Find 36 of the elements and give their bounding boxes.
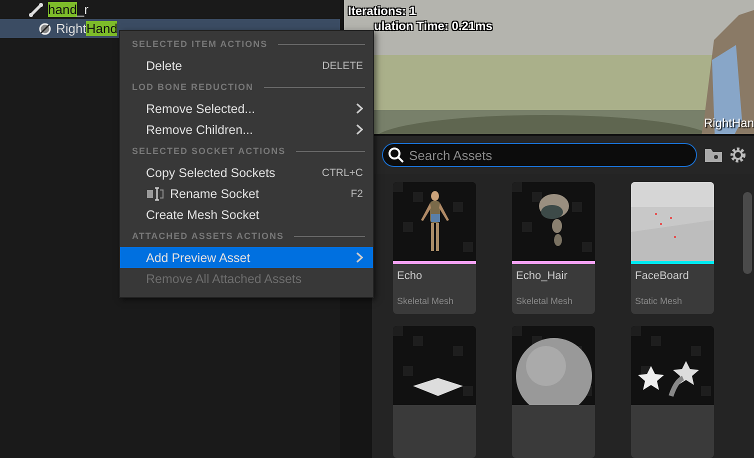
menu-item[interactable]: Add Preview Asset — [120, 247, 373, 268]
asset-tile[interactable] — [512, 326, 595, 458]
asset-type: Static Mesh — [634, 296, 684, 306]
asset-tile[interactable]: Echo Skeletal Mesh — [393, 182, 476, 314]
folder-icon[interactable] — [705, 148, 722, 162]
chevron-icon — [356, 103, 363, 114]
stats-text: Iterations: 1 — [348, 4, 418, 19]
chevron-icon — [356, 252, 363, 263]
asset-type: Skeletal Mesh — [515, 296, 574, 306]
menu-section-header: LOD BONE REDUCTION — [132, 82, 254, 92]
menu-section-header: SELECTED ITEM ACTIONS — [132, 39, 268, 49]
socket-icon — [38, 22, 52, 36]
search-field[interactable]: Search Assets — [382, 143, 697, 167]
menu-item[interactable]: Copy Selected Sockets CTRL+C — [120, 162, 373, 183]
search-icon — [388, 147, 404, 163]
bone-icon — [28, 2, 44, 18]
asset-name: Echo_Hair — [515, 269, 568, 284]
menu-section-header: ATTACHED ASSETS ACTIONS — [132, 231, 284, 241]
settings-icon[interactable] — [730, 147, 746, 163]
menu-item[interactable]: Remove Selected... — [120, 98, 373, 119]
stats-text: ulation Time: 0.21ms — [373, 19, 492, 34]
asset-tile[interactable] — [393, 326, 476, 458]
menu-item[interactable]: Remove Children... — [120, 119, 373, 140]
menu-item[interactable]: Rename Socket F2 — [120, 183, 373, 204]
menu-section-header: SELECTED SOCKET ACTIONS — [132, 146, 286, 156]
asset-tile[interactable] — [631, 326, 714, 458]
asset-name: FaceBoard — [634, 269, 690, 284]
rename-icon — [146, 186, 164, 200]
chevron-icon — [356, 124, 363, 135]
asset-type: Skeletal Mesh — [396, 296, 455, 306]
menu-item[interactable]: Delete DELETE — [120, 55, 373, 76]
asset-tile[interactable]: FaceBoard Static Mesh — [631, 182, 714, 314]
asset-tile[interactable]: Echo_Hair Skeletal Mesh — [512, 182, 595, 314]
scrollbar-thumb[interactable] — [743, 192, 752, 274]
asset-name: Echo — [396, 269, 424, 284]
menu-item[interactable]: Create Mesh Socket — [120, 204, 373, 225]
